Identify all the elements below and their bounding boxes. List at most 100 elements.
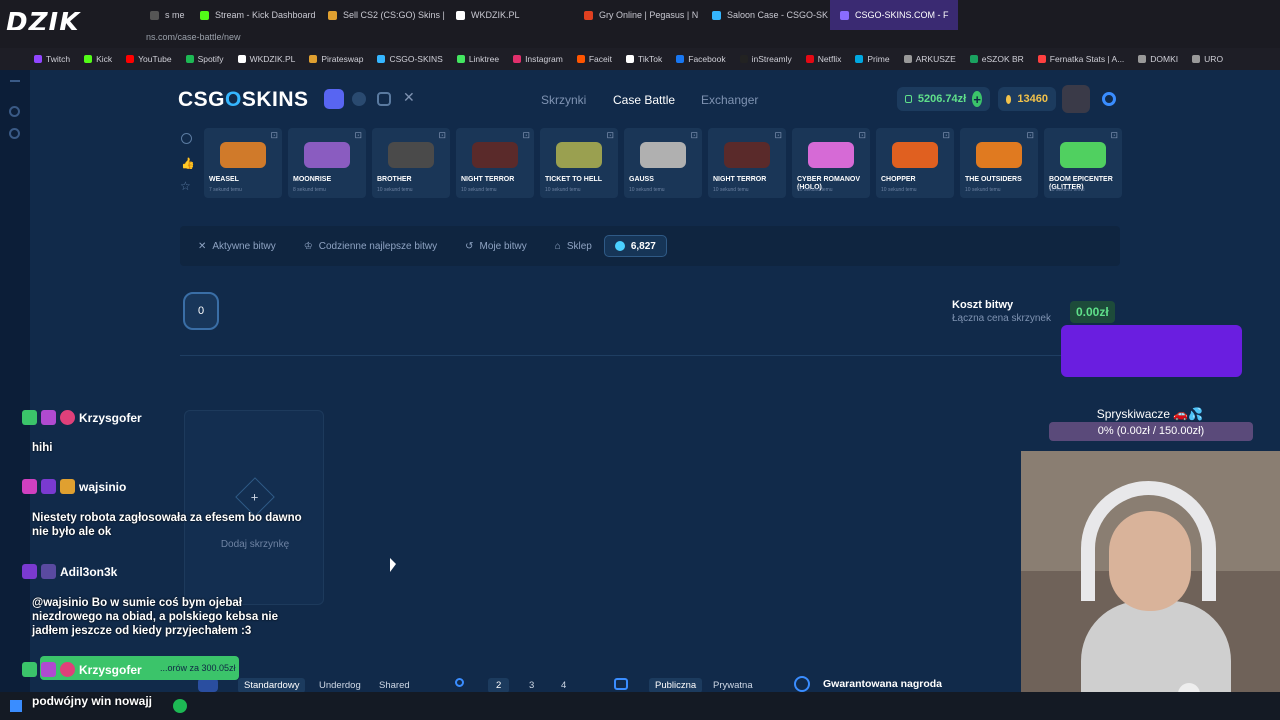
bookmark-item[interactable]: Faceit [576,54,612,64]
menu-icon[interactable] [10,80,20,82]
badge-icon [22,662,37,677]
mouse-cursor-icon [390,558,396,572]
drop-time: 10 sekund temu [965,187,1001,193]
gems-pill[interactable]: 6,827 [603,235,667,257]
tab-active-battles[interactable]: ✕ Aktywne bitwy [198,241,276,252]
recent-drop-card[interactable]: ⊡ CHOPPER 10 sekund temu [876,128,954,198]
nav-skrzynki[interactable]: Skrzynki [541,93,586,107]
tab-shop[interactable]: ⌂ Sklep [555,241,592,252]
skin-image [892,142,938,168]
browser-tab[interactable]: s me [140,0,190,30]
thumbs-up-icon[interactable]: 👍 [181,157,195,170]
skin-image [556,142,602,168]
address-bar[interactable]: ns.com/case-battle/new [0,30,1280,48]
tab-label: CSGO-SKINS.COM - F [855,10,949,20]
balance-value: 5206.74zł [917,93,967,105]
bookmark-item[interactable]: Pirateswap [309,54,363,64]
bookmark-item[interactable]: Facebook [676,54,726,64]
browser-tab[interactable]: CSGO-SKINS.COM - F [830,0,958,30]
bookmark-label: YouTube [138,54,172,64]
coins-pill[interactable]: 13460 [998,87,1056,111]
nav-case-battle[interactable]: Case Battle [613,93,675,107]
bookmark-item[interactable]: eSZOK BR [969,54,1024,64]
visibility-private[interactable]: Prywatna [713,680,753,691]
balance-pill[interactable]: 5206.74zł + [897,87,990,111]
mode-shared[interactable]: Shared [379,680,410,691]
browser-tab[interactable]: Stream - Kick Dashboard [190,0,318,30]
gear-icon[interactable] [9,128,20,139]
windows-icon[interactable] [10,700,22,712]
mode-standard[interactable]: Standardowy [238,678,306,693]
badge-icon [22,564,37,579]
recent-drop-card[interactable]: ⊡ NIGHT TERROR 10 sekund temu [708,128,786,198]
bookmark-item[interactable]: DOMKI [1138,54,1178,64]
facebook-icon[interactable] [352,92,366,106]
visibility-public[interactable]: Publiczna [649,678,703,693]
bookmark-item[interactable]: Kick [84,54,112,64]
cost-title: Koszt bitwy [952,299,1014,311]
star-icon[interactable]: ☆ [180,179,191,193]
add-case-slot[interactable]: + Dodaj skrzynkę [184,410,324,605]
bookmark-item[interactable]: TikTok [626,54,662,64]
players-2[interactable]: 2 [488,678,510,693]
skin-image [388,142,434,168]
avatar[interactable] [1062,85,1090,113]
x-icon[interactable]: ✕ [403,89,415,106]
players-4[interactable]: 4 [561,680,566,691]
bookmark-item[interactable]: Prime [855,54,890,64]
skin-name: MOONRISE [293,176,332,183]
browser-tab[interactable]: Saloon Case - CSGO-SK [702,0,830,30]
chat-user-2: wajsinio [22,479,126,494]
discord-icon[interactable] [324,89,344,109]
spotify-icon[interactable] [173,699,187,713]
tab-my-battles[interactable]: ↺ Moje bitwy [465,241,527,252]
recent-drop-card[interactable]: ⊡ TICKET TO HELL 10 sekund temu [540,128,618,198]
history-icon[interactable] [181,133,192,144]
archive-icon: ⊡ [606,130,614,140]
recent-drop-card[interactable]: ⊡ THE OUTSIDERS 10 sekund temu [960,128,1038,198]
recent-drop-card[interactable]: ⊡ WEASEL 7 sekund temu [204,128,282,198]
tab-daily-best[interactable]: ♔ Codzienne najlepsze bitwy [304,241,437,252]
bookmark-icon [456,55,465,63]
bookmark-item[interactable]: URO [1192,54,1223,64]
bookmark-icon [185,55,194,63]
nav-exchanger[interactable]: Exchanger [701,93,758,107]
goal-progress: 0% (0.00zł / 150.00zł) [1049,422,1253,441]
bookmark-label: Linktree [468,54,500,64]
settings-icon[interactable] [1102,92,1116,106]
browser-tab[interactable]: Sell CS2 (CS:GO) Skins | [318,0,446,30]
players-3[interactable]: 3 [529,680,534,691]
browser-tab[interactable]: Gry Online | Pegasus | N [574,0,702,30]
create-battle-button[interactable] [1061,325,1242,377]
clock-icon[interactable] [9,106,20,117]
drop-time: 10 sekund temu [881,187,917,193]
bookmark-item[interactable]: ARKUSZE [903,54,956,64]
bookmark-item[interactable]: YouTube [126,54,172,64]
instagram-icon[interactable] [377,92,391,106]
browser-tab[interactable]: WKDZIK.PL [446,0,574,30]
bookmark-item[interactable]: Twitch [34,54,70,64]
mode-underdog[interactable]: Underdog [319,680,361,691]
skin-image [976,142,1022,168]
chat-message-1: hihi [32,442,53,454]
recent-drop-card[interactable]: ⊡ GAUSS 10 sekund temu [624,128,702,198]
bookmark-item[interactable]: Netflix [805,54,841,64]
site-logo[interactable]: CSGOSKINS [178,88,309,112]
bookmark-icon [855,55,864,63]
drop-time: 10 sekund temu [797,187,833,193]
bookmark-item[interactable]: WKDZIK.PL [237,54,295,64]
bookmark-item[interactable]: Spotify [185,54,224,64]
recent-drop-card[interactable]: ⊡ NIGHT TERROR 10 sekund temu [456,128,534,198]
add-case-label: Dodaj skrzynkę [220,539,290,550]
bookmark-item[interactable]: Instagram [513,54,563,64]
bookmark-item[interactable]: Fernatka Stats | A... [1037,54,1124,64]
bookmark-item[interactable]: CSGO-SKINS [377,54,443,64]
bookmark-item[interactable]: Linktree [456,54,500,64]
recent-drop-card[interactable]: ⊡ CYBER ROMANOV (HOLO) 10 sekund temu [792,128,870,198]
cost-subtitle: Łączna cena skrzynek [952,313,1051,324]
recent-drop-card[interactable]: ⊡ BOOM EPICENTER (GLITTER) 10 sekund temu [1044,128,1122,198]
recent-drop-card[interactable]: ⊡ MOONRISE 8 sekund temu [288,128,366,198]
bookmark-item[interactable]: inStreamly [739,54,792,64]
deposit-plus-icon[interactable]: + [972,91,982,107]
recent-drop-card[interactable]: ⊡ BROTHER 10 sekund temu [372,128,450,198]
